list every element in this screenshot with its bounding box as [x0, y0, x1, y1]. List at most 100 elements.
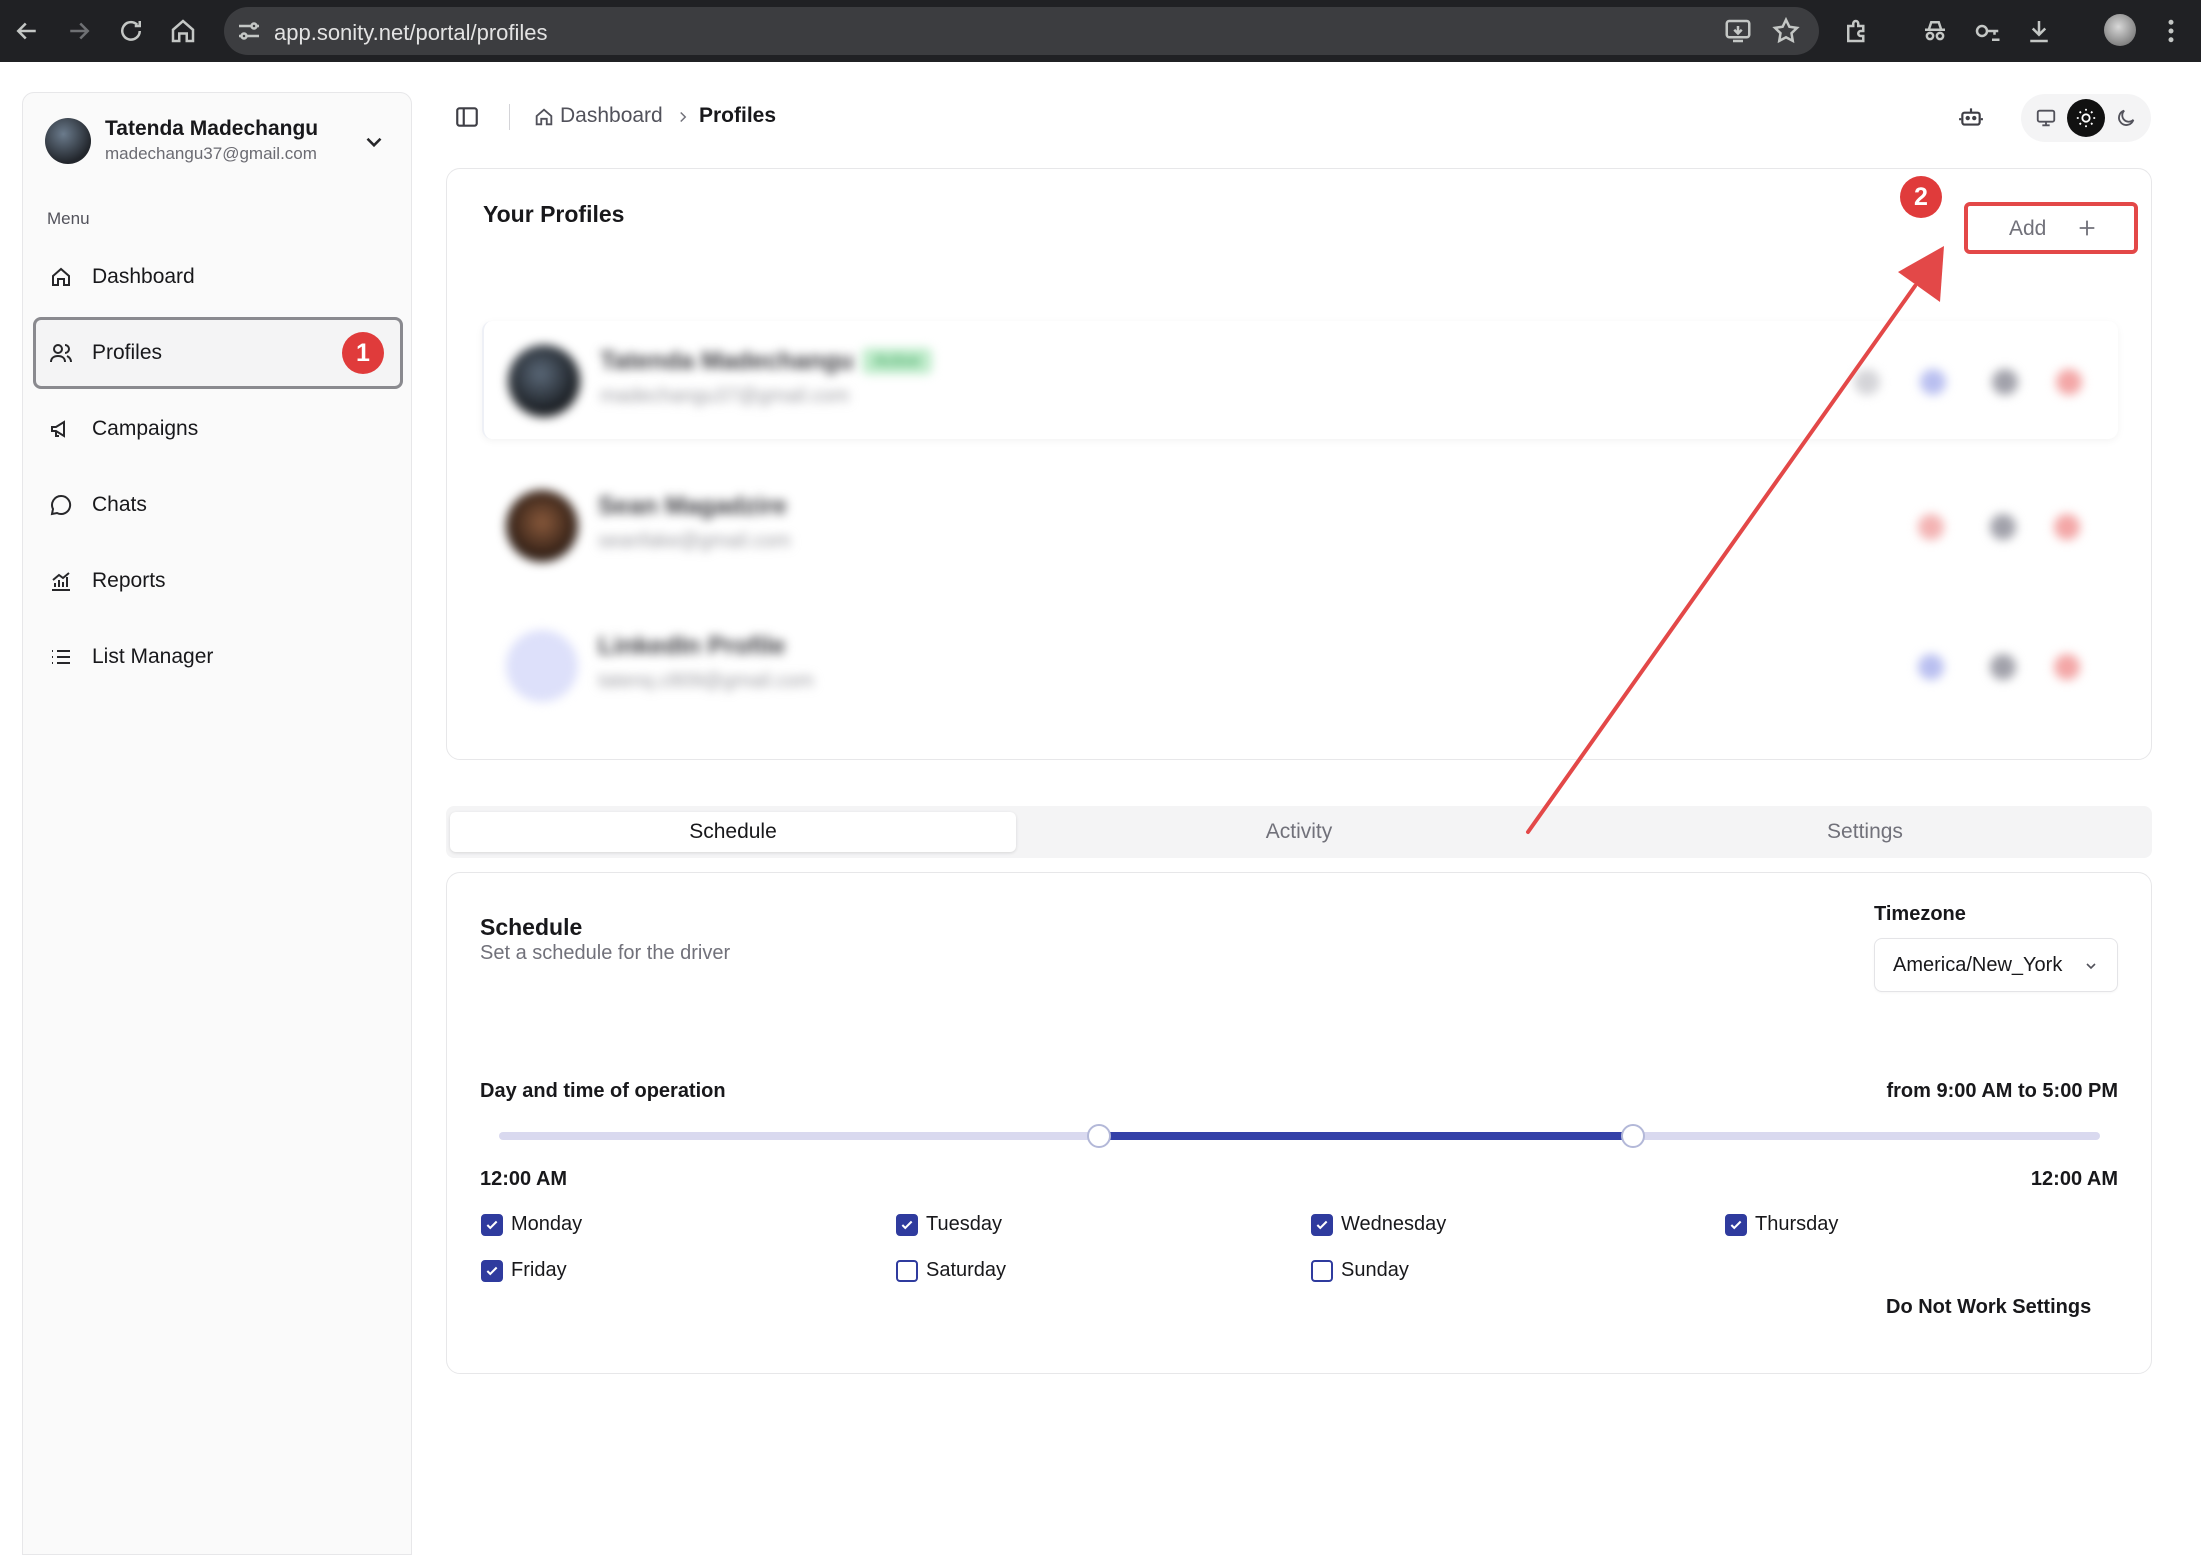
timezone-value: America/New_York [1893, 954, 2063, 976]
plus-icon [2079, 220, 2095, 236]
checkbox[interactable] [1725, 1214, 1747, 1236]
sidebar-item-list-manager[interactable]: List Manager [33, 621, 403, 693]
sidebar-item-label: Profiles [92, 341, 163, 364]
avatar [508, 345, 580, 417]
tab-schedule[interactable]: Schedule [450, 812, 1016, 852]
add-icon[interactable] [1920, 369, 1946, 395]
sidebar-item-label: Dashboard [92, 265, 195, 288]
browser-toolbar: app.sonity.net/portal/profiles [0, 0, 2201, 62]
profile-row[interactable]: Sean Magadzire seanfake@gmail.com [482, 466, 2118, 584]
sidebar-item-campaigns[interactable]: Campaigns [33, 393, 403, 465]
incognito-icon[interactable] [1920, 16, 1950, 46]
sidebar-toggle-icon[interactable] [454, 104, 480, 130]
address-bar[interactable]: app.sonity.net/portal/profiles [224, 7, 1819, 55]
reload-icon[interactable] [116, 16, 146, 46]
back-icon[interactable] [12, 16, 42, 46]
download-icon[interactable] [2024, 16, 2054, 46]
avatar [506, 630, 578, 702]
monitor-icon[interactable] [2027, 99, 2065, 137]
tab-bar: Schedule Activity Settings [446, 806, 2152, 858]
profile-name: Tatenda Madechangu [600, 347, 854, 375]
home-icon [535, 108, 553, 126]
checkbox[interactable] [1311, 1214, 1333, 1236]
sidebar-item-profiles[interactable]: Profiles 1 [33, 317, 403, 389]
add-label: Add [2009, 217, 2047, 240]
check-icon [1730, 1220, 1742, 1230]
checkbox[interactable] [481, 1260, 503, 1282]
sidebar-item-reports[interactable]: Reports [33, 545, 403, 617]
breadcrumb-dashboard[interactable]: Dashboard [560, 104, 663, 128]
time-range-text: from 9:00 AM to 5:00 PM [1886, 1080, 2118, 1102]
sidebar-item-label: Reports [92, 569, 166, 592]
bot-icon[interactable] [1958, 104, 1984, 130]
timezone-label: Timezone [1874, 903, 1966, 925]
home-icon [49, 265, 73, 289]
chat-bubble-icon [49, 493, 73, 517]
tab-activity[interactable]: Activity [1016, 812, 1582, 852]
profile-name: LinkedIn Profile [598, 632, 786, 660]
sidebar-item-dashboard[interactable]: Dashboard [33, 241, 403, 313]
check-icon [486, 1266, 498, 1276]
chevron-down-icon[interactable] [361, 129, 387, 155]
chevron-right-icon [680, 111, 687, 123]
moon-icon[interactable] [2107, 99, 2145, 137]
user-switcher[interactable]: Tatenda Madechangu madechangu37@gmail.co… [45, 113, 391, 173]
profile-email: seanfake@gmail.com [598, 530, 791, 552]
theme-switcher [2021, 94, 2151, 142]
extensions-puzzle-icon[interactable] [1842, 16, 1872, 46]
menu-label: Menu [47, 209, 90, 228]
user-email: madechangu37@gmail.com [105, 144, 317, 163]
day-label: Friday [511, 1259, 567, 1281]
annotation-badge-2: 2 [1900, 176, 1942, 218]
browser-profile-avatar[interactable] [2104, 14, 2136, 46]
sidebar-item-chats[interactable]: Chats [33, 469, 403, 541]
sidebar-item-label: Chats [92, 493, 147, 516]
check-icon [486, 1220, 498, 1230]
add-icon[interactable] [1918, 514, 1944, 540]
sun-icon[interactable] [2067, 99, 2105, 137]
checkbox[interactable] [1311, 1260, 1333, 1282]
forward-icon[interactable] [64, 16, 94, 46]
password-key-icon[interactable] [1972, 16, 2002, 46]
bookmark-star-icon[interactable] [1771, 16, 1801, 46]
sidebar-item-label: Campaigns [92, 417, 199, 440]
add-icon[interactable] [1918, 654, 1944, 680]
add-profile-button[interactable]: Add [1964, 202, 2138, 254]
profile-row[interactable]: Tatenda Madechangu Active madechangu37@g… [482, 321, 2118, 439]
link-icon[interactable] [1992, 369, 2018, 395]
slider-start-handle[interactable] [1087, 1124, 1111, 1148]
list-icon [49, 645, 73, 669]
chevron-down-icon [2086, 963, 2096, 970]
time-range-slider[interactable] [499, 1124, 2100, 1148]
card-title: Your Profiles [483, 201, 625, 227]
day-label: Tuesday [926, 1213, 1002, 1235]
delete-icon[interactable] [2054, 654, 2080, 680]
profile-name: Sean Magadzire [598, 492, 787, 520]
home-icon[interactable] [168, 16, 198, 46]
day-label: Saturday [926, 1259, 1007, 1281]
profile-row[interactable]: LinkedIn Profile tatenq.c809@gmail.com [482, 606, 2118, 724]
checkbox[interactable] [896, 1214, 918, 1236]
header-divider [509, 104, 510, 130]
link-icon[interactable] [1990, 654, 2016, 680]
checkbox[interactable] [896, 1260, 918, 1282]
checkbox[interactable] [481, 1214, 503, 1236]
site-settings-icon[interactable] [234, 16, 264, 46]
more-vertical-icon[interactable] [2156, 16, 2186, 46]
delete-icon[interactable] [2054, 514, 2080, 540]
install-app-icon[interactable] [1723, 16, 1753, 46]
delete-icon[interactable] [2056, 369, 2082, 395]
timezone-select[interactable]: America/New_York [1874, 938, 2118, 992]
link-icon[interactable] [1990, 514, 2016, 540]
settings-icon[interactable] [1854, 369, 1880, 395]
schedule-subtitle: Set a schedule for the driver [480, 942, 731, 964]
time-max-label: 12:00 AM [2030, 1168, 2118, 1190]
slider-range-fill [1099, 1132, 1633, 1140]
status-badge: Active [862, 348, 933, 374]
slider-end-handle[interactable] [1621, 1124, 1645, 1148]
breadcrumb-profiles: Profiles [699, 104, 777, 127]
do-not-work-settings-link[interactable]: Do Not Work Settings [1886, 1296, 2091, 1319]
tab-settings[interactable]: Settings [1582, 812, 2148, 852]
time-min-label: 12:00 AM [480, 1168, 568, 1190]
sidebar-item-label: List Manager [92, 645, 214, 668]
